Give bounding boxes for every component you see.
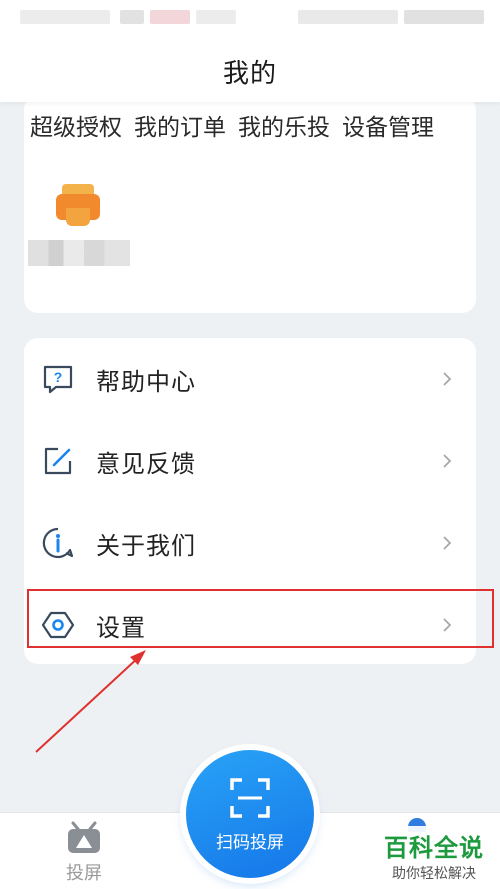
- menu-item-about-us[interactable]: 关于我们: [24, 502, 476, 584]
- tab-my-letou[interactable]: 我的乐投: [238, 108, 330, 142]
- menu-label-about-us: 关于我们: [96, 531, 196, 560]
- settings-icon: [41, 611, 75, 639]
- avatar[interactable]: [54, 184, 102, 232]
- user-name-blurred: [28, 240, 130, 266]
- chevron-right-icon: [443, 372, 452, 386]
- scan-cast-label: 扫码投屏: [216, 833, 284, 853]
- menu-item-settings[interactable]: 设置: [24, 584, 476, 666]
- status-right-blur: [298, 10, 398, 24]
- menu-item-help-center[interactable]: ? 帮助中心: [24, 338, 476, 420]
- nav-item-cast[interactable]: 投屏: [52, 821, 116, 887]
- info-icon: [42, 527, 74, 559]
- chevron-right-icon: [443, 536, 452, 550]
- tab-device-management[interactable]: 设备管理: [342, 108, 434, 142]
- svg-text:?: ?: [54, 369, 63, 385]
- status-bar: [0, 0, 500, 40]
- menu-card: ? 帮助中心 意见反馈 关于我们 设置: [24, 338, 476, 664]
- page-header: 我的: [0, 40, 500, 102]
- status-left-blur-4: [196, 10, 236, 24]
- profile-card: 超级授权 我的订单 我的乐投 设备管理: [24, 96, 476, 313]
- chevron-right-icon: [443, 618, 452, 632]
- menu-label-help-center: 帮助中心: [96, 367, 196, 396]
- scan-cast-button[interactable]: 扫码投屏: [186, 750, 314, 878]
- tv-cast-icon: [68, 821, 100, 853]
- status-left-blur: [20, 10, 110, 24]
- menu-label-settings: 设置: [96, 613, 146, 642]
- page-title: 我的: [222, 58, 277, 89]
- tab-super-authorization[interactable]: 超级授权: [30, 108, 122, 142]
- status-left-blur-3: [150, 10, 190, 24]
- status-left-blur-2: [120, 10, 144, 24]
- nav-label-cast: 投屏: [66, 863, 102, 884]
- scan-icon: [230, 778, 270, 818]
- chevron-right-icon: [443, 454, 452, 468]
- menu-label-feedback: 意见反馈: [96, 449, 196, 478]
- watermark-title: 百科全说: [384, 834, 484, 862]
- quick-tabs: 超级授权 我的订单 我的乐投 设备管理: [30, 108, 480, 142]
- status-right-blur-2: [404, 10, 484, 24]
- help-icon: ?: [43, 365, 73, 394]
- menu-item-feedback[interactable]: 意见反馈: [24, 420, 476, 502]
- feedback-edit-icon: [44, 447, 72, 475]
- watermark-subtitle: 助你轻松解决: [392, 866, 476, 882]
- tab-my-orders[interactable]: 我的订单: [134, 108, 226, 142]
- watermark: 百科全说 助你轻松解决: [372, 826, 496, 884]
